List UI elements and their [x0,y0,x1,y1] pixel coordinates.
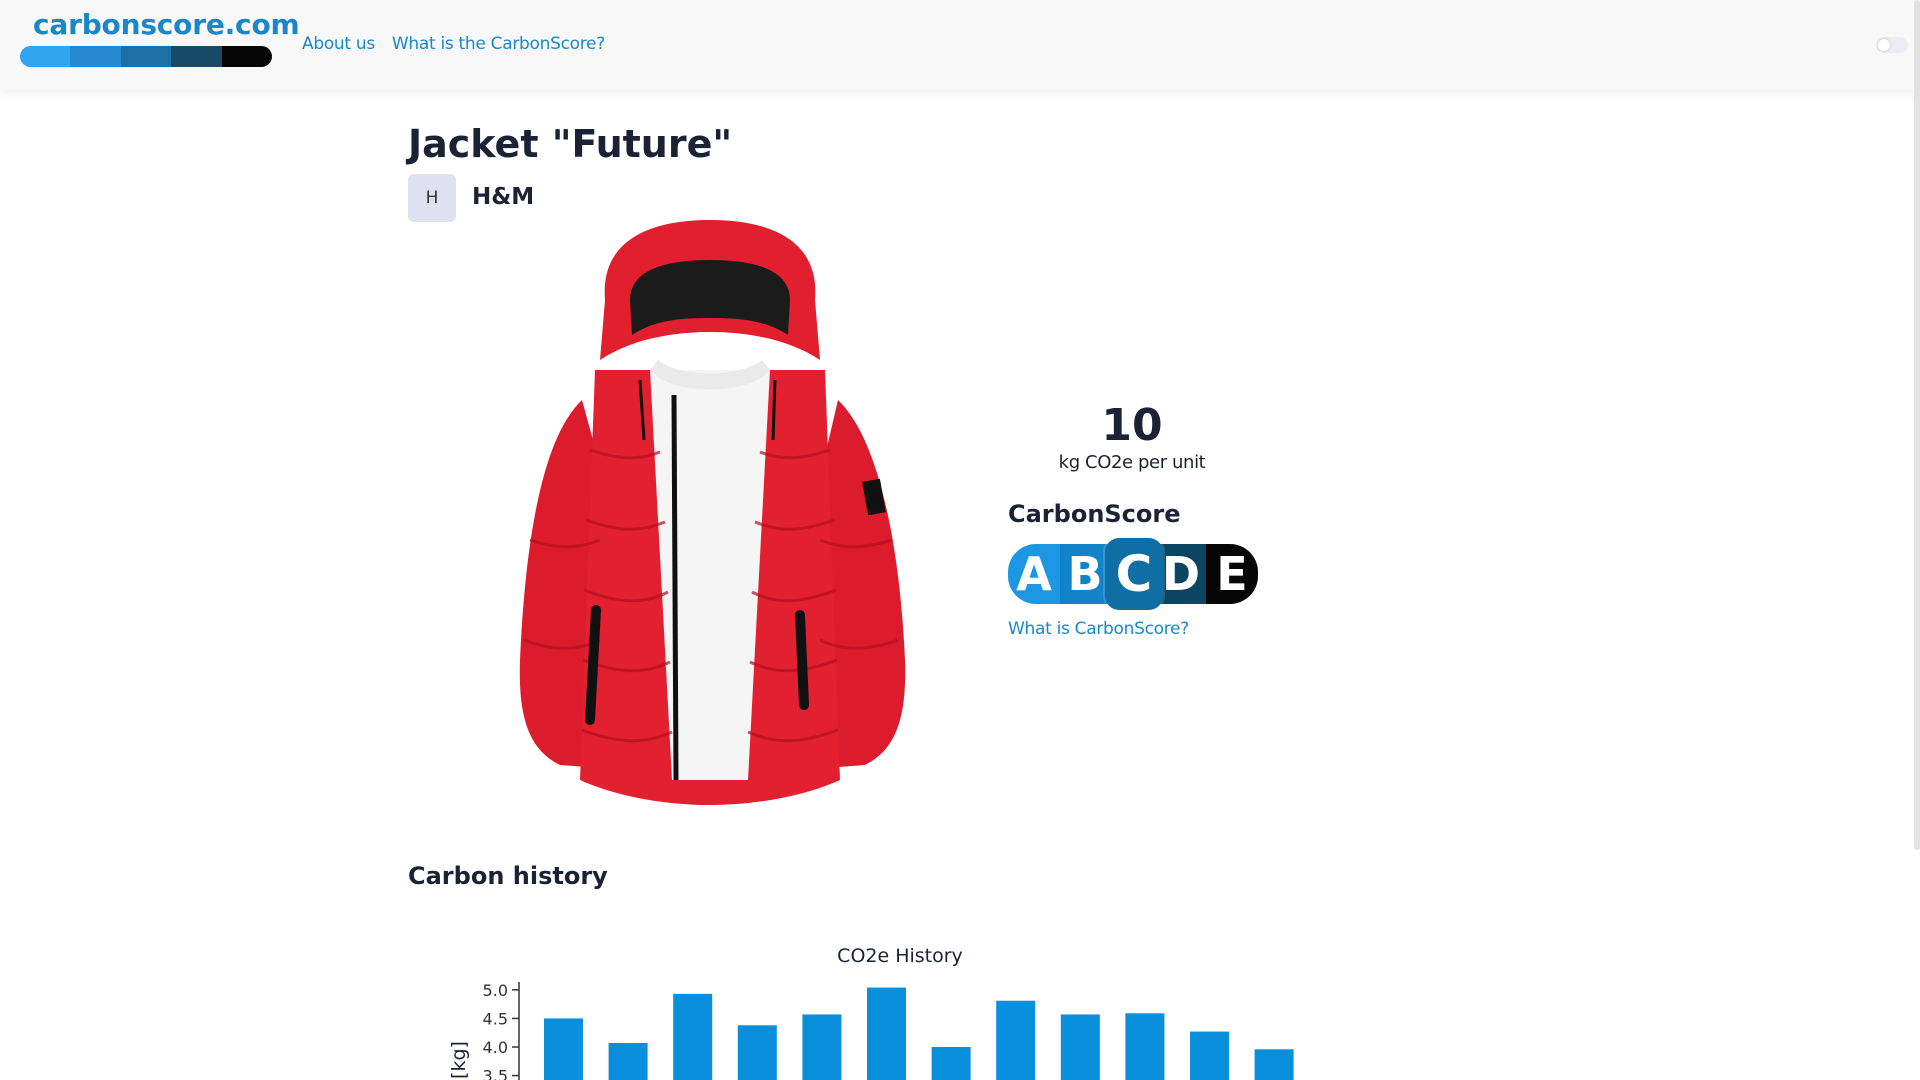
chart-bar [673,993,713,1080]
chart-bar [996,1000,1036,1080]
chart-bar [1125,1013,1165,1080]
page-scrollbar[interactable] [1914,0,1920,850]
product-title: Jacket "Future" [408,122,733,166]
chart-bar [1190,1031,1229,1080]
logo-bar-segment [70,46,121,67]
grade-a: A [1008,544,1060,604]
chart-bar [802,1014,842,1080]
main-nav: About us What is the CarbonScore? [302,34,605,54]
chart-y-ticks: 5.0 4.5 4.0 3.5 [483,981,519,1080]
carbon-history-heading: Carbon history [408,862,608,890]
chart-bar [737,1025,777,1080]
chart-bar [931,1047,971,1080]
grade-d: D [1156,544,1206,604]
logo-bar-segment [120,46,172,67]
toggle-knob [1878,39,1890,51]
grade-c-selected: C [1105,538,1163,610]
logo-scale-bar [20,46,272,67]
product-image [519,220,906,805]
chart-bar [867,987,906,1080]
nav-link-about-us[interactable]: About us [302,34,375,54]
chart-bar [1060,1014,1100,1080]
theme-toggle[interactable] [1876,37,1908,53]
nav-link-what-is-carbonscore[interactable]: What is the CarbonScore? [392,34,605,54]
chart-y-tick-label: 4.5 [483,1009,508,1028]
chart-bars [544,987,1294,1080]
chart-y-tick-label: 5.0 [483,981,508,1000]
co2e-history-chart: CO2e History [kg] 5.0 4.5 4.0 3.5 [448,945,1294,1080]
grade-b: B [1060,544,1110,604]
chart-bar [608,1043,648,1080]
red-puffer-jacket-icon [519,220,906,805]
brand-avatar: H [408,174,456,222]
logo-text: carbonscore.com [33,8,300,41]
co2e-value: 10 [1101,400,1163,451]
brand-name: H&M [472,184,535,210]
logo-bar-segment [171,46,222,67]
chart-y-tick-label: 3.5 [483,1067,508,1080]
co2e-unit: kg CO2e per unit [1058,452,1206,473]
what-is-carbonscore-link[interactable]: What is CarbonScore? [1008,619,1189,639]
chart-bar [1254,1049,1294,1080]
carbonscore-scale: A B D E C [1008,538,1260,610]
chart-title: CO2e History [837,945,963,967]
site-header: carbonscore.com About us What is the Car… [0,0,1920,90]
logo-bar-segment [221,46,272,67]
grade-e: E [1206,544,1258,604]
chart-y-tick-label: 4.0 [483,1038,508,1057]
logo-bar-segment [20,46,71,67]
chart-y-axis-label: [kg] [448,1041,470,1079]
carbonscore-heading: CarbonScore [1008,500,1181,528]
chart-bar [544,1018,583,1080]
site-logo[interactable]: carbonscore.com [20,8,300,70]
